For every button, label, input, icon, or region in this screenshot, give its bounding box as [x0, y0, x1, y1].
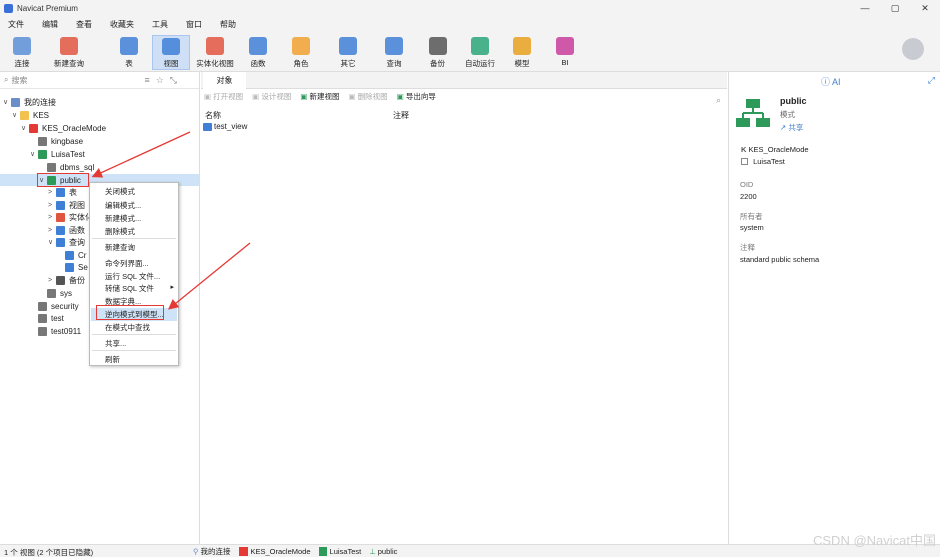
annotation-arrows — [91, 131, 251, 310]
